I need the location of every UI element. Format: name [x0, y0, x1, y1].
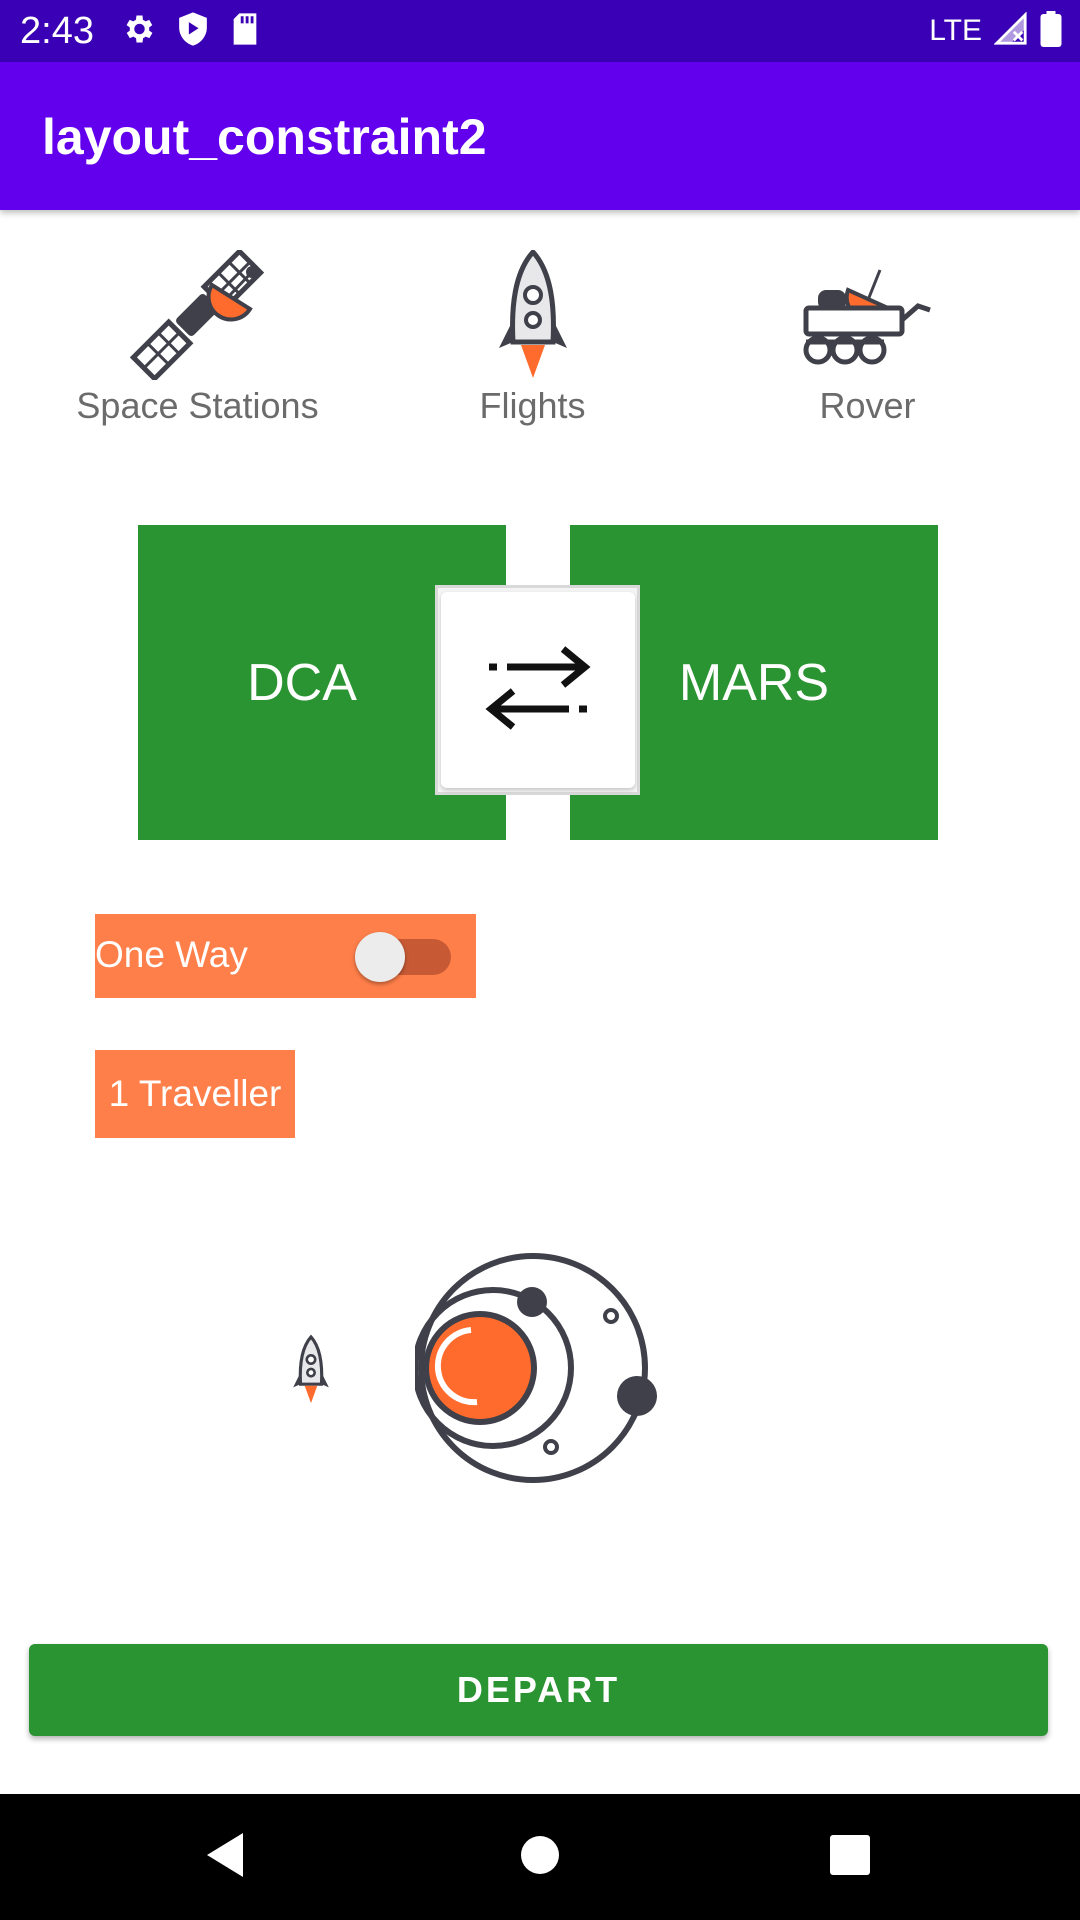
- one-way-switch[interactable]: One Way: [95, 914, 476, 998]
- battery-icon: [1040, 10, 1062, 52]
- category-label: Space Stations: [76, 385, 319, 426]
- shield-play-icon: [176, 11, 210, 52]
- satellite-icon: [55, 247, 340, 385]
- status-icons-right: LTE: [929, 10, 1062, 52]
- depart-button[interactable]: DEPART: [29, 1644, 1048, 1736]
- settings-icon: [120, 11, 156, 52]
- home-button[interactable]: [500, 1794, 580, 1920]
- screen: 2:43 LTE layout_constraint2 Space Statio…: [0, 0, 1080, 1920]
- category-flights[interactable]: Flights: [440, 248, 625, 427]
- sd-card-icon: [230, 12, 260, 51]
- recents-button[interactable]: [810, 1794, 890, 1920]
- category-space-stations[interactable]: Space Stations: [55, 247, 340, 427]
- back-icon: [203, 1831, 247, 1884]
- back-button[interactable]: [185, 1794, 265, 1920]
- network-type: LTE: [929, 14, 982, 47]
- rocket-icon: [440, 248, 625, 385]
- route-to-label: MARS: [678, 653, 830, 712]
- recents-icon: [829, 1834, 871, 1881]
- one-way-toggle[interactable]: [355, 932, 517, 982]
- category-label: Flights: [479, 385, 586, 426]
- swap-arrows-icon: [483, 643, 593, 738]
- status-bar: 2:43 LTE: [0, 0, 1080, 62]
- nav-bar: [0, 1794, 1080, 1920]
- traveller-button[interactable]: 1 Traveller: [95, 1050, 295, 1138]
- small-rocket-icon: [290, 1330, 332, 1415]
- swap-route-button[interactable]: [435, 585, 640, 795]
- swap-button-face: [440, 592, 635, 788]
- one-way-label: One Way: [95, 934, 248, 975]
- status-icons-left: [120, 10, 260, 52]
- app-bar: layout_constraint2: [0, 62, 1080, 210]
- depart-label: DEPART: [456, 1669, 621, 1710]
- rover-icon: [790, 250, 945, 385]
- status-time: 2:43: [20, 10, 94, 52]
- category-label: Rover: [819, 385, 916, 426]
- traveller-label: 1 Traveller: [108, 1073, 282, 1114]
- route-from-label: DCA: [247, 653, 357, 712]
- home-icon: [519, 1834, 561, 1881]
- app-title: layout_constraint2: [42, 109, 487, 165]
- signal-icon: [993, 10, 1028, 51]
- switch-thumb: [355, 932, 405, 982]
- category-rover[interactable]: Rover: [790, 250, 945, 427]
- planet-orbit-icon: [412, 1250, 665, 1490]
